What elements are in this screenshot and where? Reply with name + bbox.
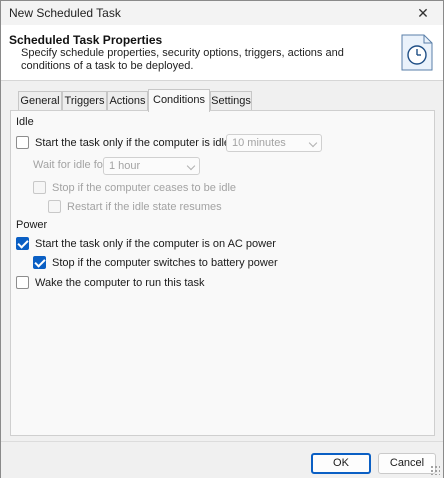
conditions-panel: Idle Start the task only if the computer… [10,110,435,436]
start-if-idle-checkbox[interactable] [16,136,29,149]
stop-if-not-idle-checkbox[interactable] [33,181,46,194]
chevron-down-icon [308,138,318,148]
dialog-footer: OK Cancel [1,441,443,478]
stop-on-battery-checkbox[interactable] [33,256,46,269]
cancel-button[interactable]: Cancel [378,453,436,474]
restart-if-idle-row[interactable]: Restart if the idle state resumes [48,200,222,213]
resize-grip-icon[interactable] [430,465,440,475]
wait-for-idle-label: Wait for idle for: [33,159,110,171]
tab-actions[interactable]: Actions [107,91,148,111]
title-bar: New Scheduled Task ✕ [1,1,443,25]
restart-if-idle-checkbox[interactable] [48,200,61,213]
restart-if-idle-label: Restart if the idle state resumes [67,200,222,213]
chevron-down-icon [186,161,196,171]
clock-icon [399,31,435,73]
stop-on-battery-label: Stop if the computer switches to battery… [52,256,278,269]
ac-power-label: Start the task only if the computer is o… [35,237,276,250]
wait-duration-select[interactable]: 1 hour [103,157,200,175]
ac-power-checkbox[interactable] [16,237,29,250]
header-banner: Scheduled Task Properties Specify schedu… [1,25,443,81]
ac-power-row[interactable]: Start the task only if the computer is o… [16,237,276,250]
tab-conditions[interactable]: Conditions [148,89,210,112]
idle-duration-select[interactable]: 10 minutes [226,134,322,152]
ok-button[interactable]: OK [311,453,371,474]
wake-to-run-checkbox[interactable] [16,276,29,289]
tab-settings[interactable]: Settings [210,91,252,111]
tab-general[interactable]: General [18,91,62,111]
stop-if-not-idle-label: Stop if the computer ceases to be idle [52,181,237,194]
idle-duration-value: 10 minutes [232,137,286,149]
banner-description: Specify schedule properties, security op… [21,47,344,72]
wake-to-run-row[interactable]: Wake the computer to run this task [16,276,205,289]
wait-for-idle-row: Wait for idle for: [33,159,110,171]
window-title: New Scheduled Task [9,6,121,20]
close-icon[interactable]: ✕ [409,2,437,24]
idle-section-label: Idle [16,116,34,128]
stop-on-battery-row[interactable]: Stop if the computer switches to battery… [33,256,278,269]
banner-title: Scheduled Task Properties [9,33,163,47]
start-if-idle-row[interactable]: Start the task only if the computer is i… [16,136,249,149]
tab-triggers[interactable]: Triggers [62,91,107,111]
wait-duration-value: 1 hour [109,160,141,172]
dialog-window: New Scheduled Task ✕ Scheduled Task Prop… [0,0,444,478]
power-section-label: Power [16,219,48,231]
stop-if-not-idle-row[interactable]: Stop if the computer ceases to be idle [33,181,236,194]
start-if-idle-label: Start the task only if the computer is i… [35,136,249,149]
wake-to-run-label: Wake the computer to run this task [35,276,205,289]
